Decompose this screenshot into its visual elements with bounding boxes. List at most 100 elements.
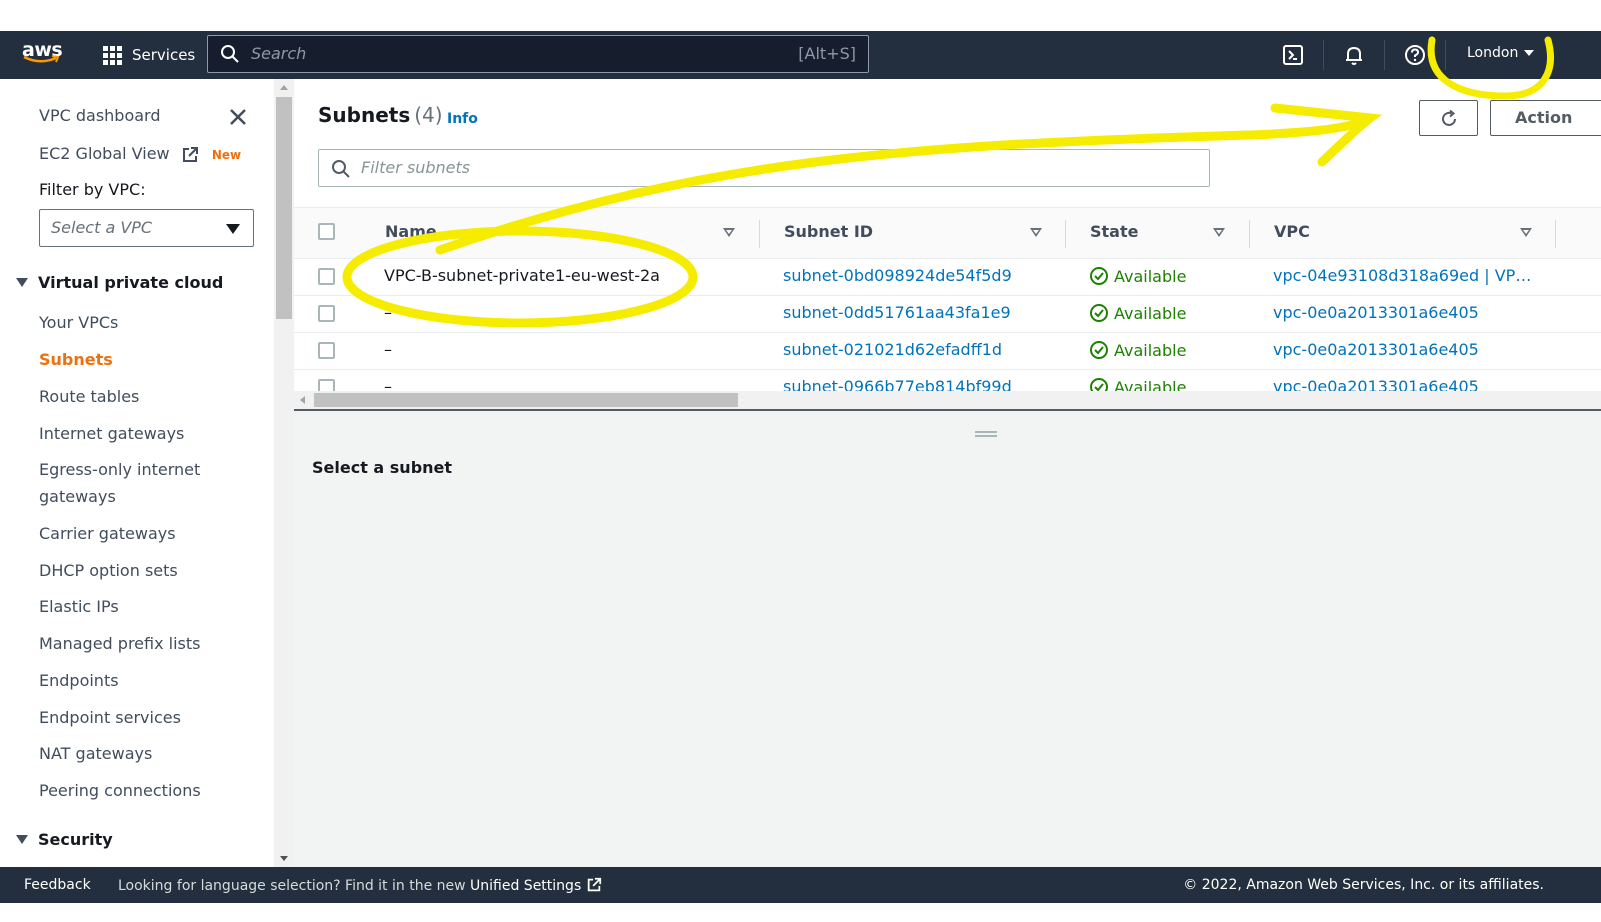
bell-icon[interactable] [1342,43,1366,67]
scrollbar-thumb[interactable] [314,393,738,407]
region-label: London [1467,45,1519,61]
cell-name: – [384,377,392,391]
row-checkbox[interactable] [318,342,335,359]
language-notice: Looking for language selection? Find it … [118,877,602,894]
expand-triangle-icon [16,278,28,287]
split-panel-resize-handle[interactable] [975,431,997,437]
new-badge: New [211,148,242,162]
nav-divider [1445,40,1446,70]
sidebar-item-label: EC2 Global View [39,144,170,163]
cell-subnet-id-link[interactable]: subnet-0dd51761aa43fa1e9 [783,303,1011,322]
cell-vpc-link[interactable]: vpc-04e93108d318a69ed | VP… [1273,266,1531,285]
split-panel-divider [294,409,1601,411]
select-all-checkbox[interactable] [318,223,335,240]
scrollbar-thumb[interactable] [276,97,292,319]
section-virtual-private-cloud[interactable]: Virtual private cloud [16,273,223,292]
close-icon[interactable] [228,107,248,127]
table-body: VPC-B-subnet-private1-eu-west-2a subnet-… [294,259,1601,391]
services-menu-button[interactable]: Services [103,44,195,66]
column-divider[interactable] [1249,220,1250,248]
table-row[interactable]: – subnet-021021d62efadff1d Available vpc… [294,333,1601,370]
scroll-up-arrow-icon[interactable] [280,85,288,90]
subnets-table-panel: Subnets (4) Info Action Filter subnets Na… [294,79,1601,411]
sidebar-item-subnets[interactable]: Subnets [39,346,113,373]
actions-button[interactable]: Action [1490,100,1601,136]
refresh-icon [1442,109,1456,126]
unified-settings-link[interactable]: Unified Settings [470,878,581,894]
feedback-link[interactable]: Feedback [24,877,91,893]
sidebar-item-nat-gateways[interactable]: NAT gateways [39,740,152,767]
cell-state: Available [1089,303,1186,323]
column-divider[interactable] [759,220,760,248]
side-navigation: VPC dashboard EC2 Global View New Filter… [0,79,274,867]
sidebar-item-managed-prefix-lists[interactable]: Managed prefix lists [39,630,201,657]
refresh-button[interactable] [1419,100,1478,136]
services-label: Services [132,46,196,64]
caret-down-icon [1524,50,1535,56]
copyright: © 2022, Amazon Web Services, Inc. or its… [1183,877,1544,893]
region-selector[interactable]: London [1467,45,1535,61]
help-icon[interactable] [1403,43,1427,67]
scroll-left-arrow-icon[interactable] [300,396,305,404]
sidebar-item-elastic-ips[interactable]: Elastic IPs [39,593,119,620]
cell-vpc-link[interactable]: vpc-0e0a2013301a6e405 [1273,303,1479,322]
sidebar-item-vpc-dashboard[interactable]: VPC dashboard [39,102,161,129]
cell-subnet-id-link[interactable]: subnet-0bd098924de54f5d9 [783,266,1012,285]
check-circle-icon [1090,378,1108,391]
external-link-icon [587,877,601,892]
sidebar-item-internet-gateways[interactable]: Internet gateways [39,420,184,447]
table-row[interactable]: – subnet-0966b77eb814bf99d Available vpc… [294,370,1601,391]
cell-vpc-link[interactable]: vpc-0e0a2013301a6e405 [1273,340,1479,359]
sort-icon[interactable] [1520,228,1532,237]
sidebar-item-endpoints[interactable]: Endpoints [39,667,119,694]
sort-icon[interactable] [723,228,735,237]
sort-icon[interactable] [1213,228,1225,237]
state-label: Available [1114,377,1187,392]
page-title-text: Subnets [318,103,411,127]
services-grid-icon [103,45,122,65]
column-divider[interactable] [1555,220,1556,248]
sidebar-item-dhcp-option-sets[interactable]: DHCP option sets [39,557,178,584]
check-circle-icon [1090,267,1108,285]
row-checkbox[interactable] [318,305,335,322]
aws-logo[interactable]: aws [22,39,64,69]
row-checkbox[interactable] [318,379,335,391]
vpc-filter-placeholder: Select a VPC [51,218,153,237]
cell-subnet-id-link[interactable]: subnet-021021d62efadff1d [783,340,1002,359]
column-header-vpc[interactable]: VPC [1274,222,1310,241]
sidebar-item-your-vpcs[interactable]: Your VPCs [39,309,118,336]
table-row[interactable]: – subnet-0dd51761aa43fa1e9 Available vpc… [294,296,1601,333]
column-header-subnet-id[interactable]: Subnet ID [784,222,873,241]
sidebar-item-endpoint-services[interactable]: Endpoint services [39,704,181,731]
table-row[interactable]: VPC-B-subnet-private1-eu-west-2a subnet-… [294,259,1601,296]
nav-divider [1323,40,1324,70]
sidebar-item-route-tables[interactable]: Route tables [39,383,139,410]
cell-vpc-link[interactable]: vpc-0e0a2013301a6e405 [1273,377,1479,391]
cell-name: – [384,340,392,359]
sidebar-item-ec2-global-view[interactable]: EC2 Global View New [39,140,241,169]
filter-subnets-input[interactable]: Filter subnets [318,149,1210,187]
search-shortcut-hint: [Alt+S] [798,44,856,63]
sidebar-item-carrier-gateways[interactable]: Carrier gateways [39,520,176,547]
vpc-filter-select[interactable]: Select a VPC [39,209,254,247]
column-divider[interactable] [1065,220,1066,248]
detail-panel-prompt: Select a subnet [312,458,453,477]
search-icon [221,45,239,63]
cloudshell-icon[interactable] [1281,43,1305,67]
footer: Feedback Looking for language selection?… [0,867,1601,903]
info-link[interactable]: Info [447,111,478,127]
column-header-state[interactable]: State [1090,222,1138,241]
scroll-down-arrow-icon[interactable] [280,856,288,861]
table-horizontal-scrollbar[interactable] [294,391,1601,409]
language-notice-text: Looking for language selection? Find it … [118,878,466,894]
sidebar-scrollbar[interactable] [274,79,294,867]
sidebar-item-peering-connections[interactable]: Peering connections [39,777,201,804]
sidebar-item-egress-only-internet-gateways[interactable]: Egress-only internet gateways [39,456,229,510]
cell-subnet-id-link[interactable]: subnet-0966b77eb814bf99d [783,377,1012,391]
sort-icon[interactable] [1030,228,1042,237]
section-security[interactable]: Security [16,830,113,849]
cell-state: Available [1089,266,1186,286]
row-checkbox[interactable] [318,268,335,285]
global-search-input[interactable]: Search [Alt+S] [207,35,869,73]
column-header-name[interactable]: Name [385,222,437,241]
